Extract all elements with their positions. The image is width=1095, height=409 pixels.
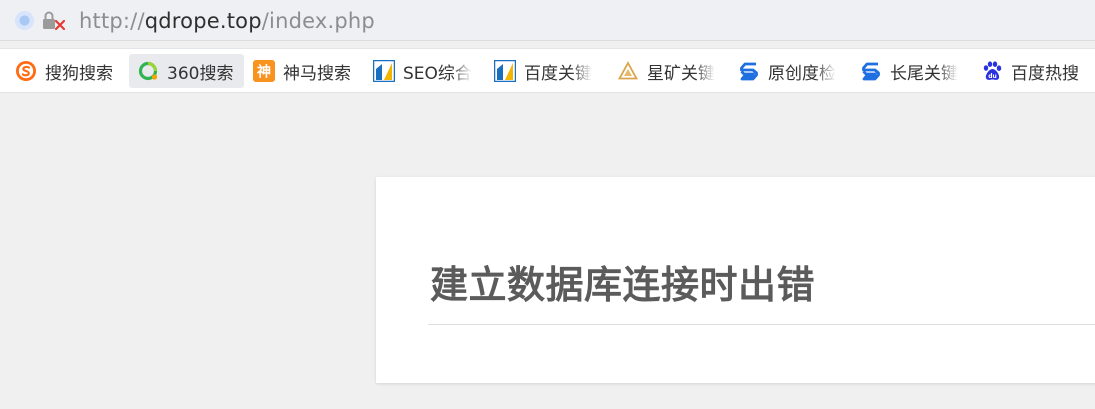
bookmark-sogou[interactable]: 搜狗搜索: [15, 54, 125, 88]
url-path: /index.php: [261, 9, 375, 33]
sogou-icon: [16, 61, 36, 81]
shenma-icon: 神: [253, 60, 275, 82]
xingkuang-icon: [617, 61, 639, 80]
divider: [428, 324, 1095, 325]
bookmarks-bar: 搜狗搜索 360搜索 神 神马搜索 SEO综合 百度关键 星矿关键 原创度检 长…: [0, 48, 1095, 93]
error-title: 建立数据库连接时出错: [430, 263, 816, 307]
svg-text:du: du: [988, 73, 997, 80]
bookmark-seo[interactable]: SEO综合: [373, 54, 475, 88]
baidu-paw-icon: du: [983, 61, 1002, 80]
bookmark-label: 星矿关键: [647, 63, 715, 84]
bookmark-label: 360搜索: [167, 63, 234, 84]
s-logo-icon: [862, 62, 880, 81]
bookmark-label: 百度关键: [524, 63, 592, 84]
bookmark-label: 搜狗搜索: [45, 63, 113, 84]
bookmark-baidu-keyword[interactable]: 百度关键: [494, 54, 598, 88]
bookmark-label: 神马搜索: [283, 63, 351, 84]
bookmark-shenma[interactable]: 神 神马搜索: [253, 54, 361, 88]
bookmark-xingkuang[interactable]: 星矿关键: [617, 54, 721, 88]
bookmark-changwei[interactable]: 长尾关键: [860, 54, 964, 88]
url-protocol: http://: [79, 9, 145, 33]
seo-tool-icon: [494, 60, 516, 82]
bookmark-label: 长尾关键: [890, 63, 958, 84]
url-field[interactable]: http://qdrope.top/index.php: [79, 8, 375, 34]
bookmark-label: SEO综合: [403, 63, 472, 84]
url-host: qdrope.top: [144, 9, 262, 33]
bookmark-label: 百度热搜: [1011, 63, 1079, 84]
svg-text:神: 神: [257, 64, 271, 81]
bookmark-yuanchuang[interactable]: 原创度检: [738, 54, 842, 88]
bookmark-label: 原创度检: [768, 63, 836, 84]
360-icon: [138, 61, 158, 81]
site-info-icon[interactable]: [15, 11, 34, 30]
insecure-lock-icon[interactable]: [42, 10, 66, 32]
bookmark-baidu-hot[interactable]: du 百度热搜: [981, 54, 1091, 88]
seo-tool-icon: [373, 60, 395, 82]
s-logo-icon: [740, 62, 758, 81]
address-bar[interactable]: http://qdrope.top/index.php: [0, 0, 1095, 41]
bookmark-360[interactable]: 360搜索: [129, 54, 244, 88]
error-card: 建立数据库连接时出错: [376, 177, 1095, 383]
